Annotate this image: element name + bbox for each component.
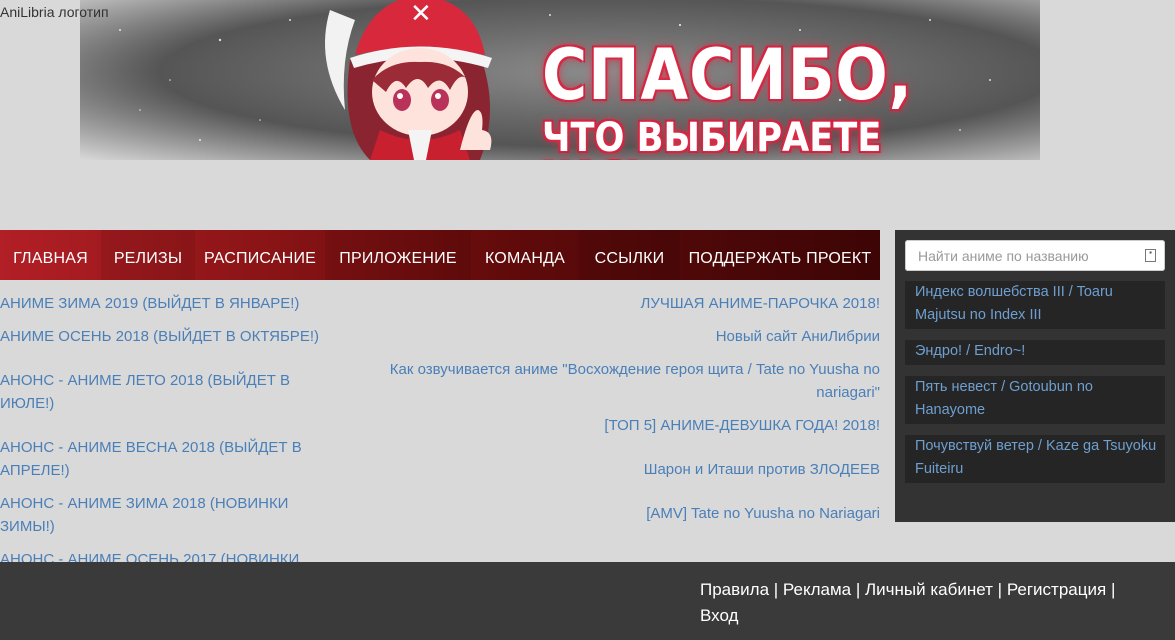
release-item[interactable]: Пять невест / Gotoubun no Hanayome [905, 376, 1165, 424]
svg-text:✕: ✕ [410, 0, 432, 29]
nav-item-donate[interactable]: ПОДДЕРЖАТЬ ПРОЕКТ [680, 230, 880, 280]
site-logo[interactable]: AniLibria логотип [0, 4, 109, 20]
nav-item-team[interactable]: КОМАНДА [471, 230, 579, 280]
article-link[interactable]: АНИМЕ ОСЕНЬ 2018 (ВЫЙДЕТ В ОКТЯБРЕ!) [0, 325, 345, 348]
release-list: Индекс волшебства III / Toaru Majutsu no… [905, 281, 1165, 483]
article-link[interactable]: Как озвучивается аниме "Восхождение геро… [380, 358, 880, 404]
mascot-illustration: ✕ [325, 0, 492, 160]
release-item[interactable]: Эндро! / Endro~! [905, 340, 1165, 365]
footer-link-cabinet[interactable]: Личный кабинет [865, 580, 993, 599]
footer-link-login[interactable]: Вход [700, 606, 738, 625]
article-link[interactable]: [AMV] Tate no Yuusha no Nariagari [380, 502, 880, 525]
article-link[interactable]: АНОНС - АНИМЕ ЗИМА 2018 (НОВИНКИ ЗИМЫ!) [0, 492, 345, 538]
sidebar: ▪ Индекс волшебства III / Toaru Majutsu … [895, 230, 1175, 522]
nav-item-releases[interactable]: РЕЛИЗЫ [101, 230, 195, 280]
articles-list-right: ЛУЧШАЯ АНИМЕ-ПАРОЧКА 2018! Новый сайт Ан… [380, 290, 880, 525]
slogan-line-2: ЧТО ВЫБИРАЕТЕ НАС! [542, 115, 882, 160]
banner-slogan: СПАСИБО, ЧТО ВЫБИРАЕТЕ НАС! [542, 40, 980, 160]
footer-separator: | [773, 580, 779, 599]
footer-links: Правила | Реклама | Личный кабинет | Рег… [700, 577, 1160, 629]
nav-item-app[interactable]: ПРИЛОЖЕНИЕ [325, 230, 471, 280]
search-box: ▪ [905, 240, 1165, 271]
slogan-line-1: СПАСИБО, [542, 34, 913, 116]
footer-separator: | [1110, 580, 1116, 599]
nav-item-schedule[interactable]: РАСПИСАНИЕ [195, 230, 325, 280]
search-icon[interactable]: ▪ [1145, 249, 1156, 262]
release-item-label: Пять невест / Gotoubun no Hanayome [915, 379, 1094, 418]
release-item[interactable]: Почувствуй ветер / Kaze ga Tsuyoku Fuite… [905, 435, 1165, 483]
footer-link-ads[interactable]: Реклама [783, 580, 851, 599]
footer-link-register[interactable]: Регистрация [1007, 580, 1106, 599]
release-item-label: Почувствуй ветер / Kaze ga Tsuyoku Fuite… [915, 438, 1157, 477]
nav-item-home[interactable]: ГЛАВНАЯ [0, 230, 101, 280]
main-navigation: ГЛАВНАЯ РЕЛИЗЫ РАСПИСАНИЕ ПРИЛОЖЕНИЕ КОМ… [0, 230, 880, 280]
search-input[interactable] [905, 240, 1165, 271]
footer-link-rules[interactable]: Правила [700, 580, 769, 599]
article-link[interactable]: Новый сайт АниЛибрии [380, 325, 880, 348]
article-link[interactable]: АНОНС - АНИМЕ ВЕСНА 2018 (ВЫЙДЕТ В АПРЕЛ… [0, 436, 345, 482]
footer-separator: | [855, 580, 861, 599]
header-banner: ✕ СПАСИБО, ЧТО ВЫБИРАЕТЕ НАС! [80, 0, 1040, 160]
article-link[interactable]: [ТОП 5] АНИМЕ-ДЕВУШКА ГОДА! 2018! [380, 414, 880, 437]
article-link[interactable]: ЛУЧШАЯ АНИМЕ-ПАРОЧКА 2018! [380, 292, 880, 315]
article-link[interactable]: АНИМЕ ЗИМА 2019 (ВЫЙДЕТ В ЯНВАРЕ!) [0, 292, 345, 315]
footer: Правила | Реклама | Личный кабинет | Рег… [0, 562, 1175, 640]
release-item[interactable]: Индекс волшебства III / Toaru Majutsu no… [905, 281, 1165, 329]
footer-separator: | [997, 580, 1003, 599]
article-link[interactable]: АНОНС - АНИМЕ ЛЕТО 2018 (ВЫЙДЕТ В ИЮЛЕ!) [0, 369, 345, 415]
articles-list-left: АНИМЕ ЗИМА 2019 (ВЫЙДЕТ В ЯНВАРЕ!) АНИМЕ… [0, 290, 345, 594]
nav-item-links[interactable]: ССЫЛКИ [579, 230, 680, 280]
article-link[interactable]: Шарон и Иташи против ЗЛОДЕЕВ [380, 458, 880, 481]
release-item-label: Индекс волшебства III / Toaru Majutsu no… [915, 284, 1113, 323]
release-item-label: Эндро! / Endro~! [915, 343, 1026, 359]
